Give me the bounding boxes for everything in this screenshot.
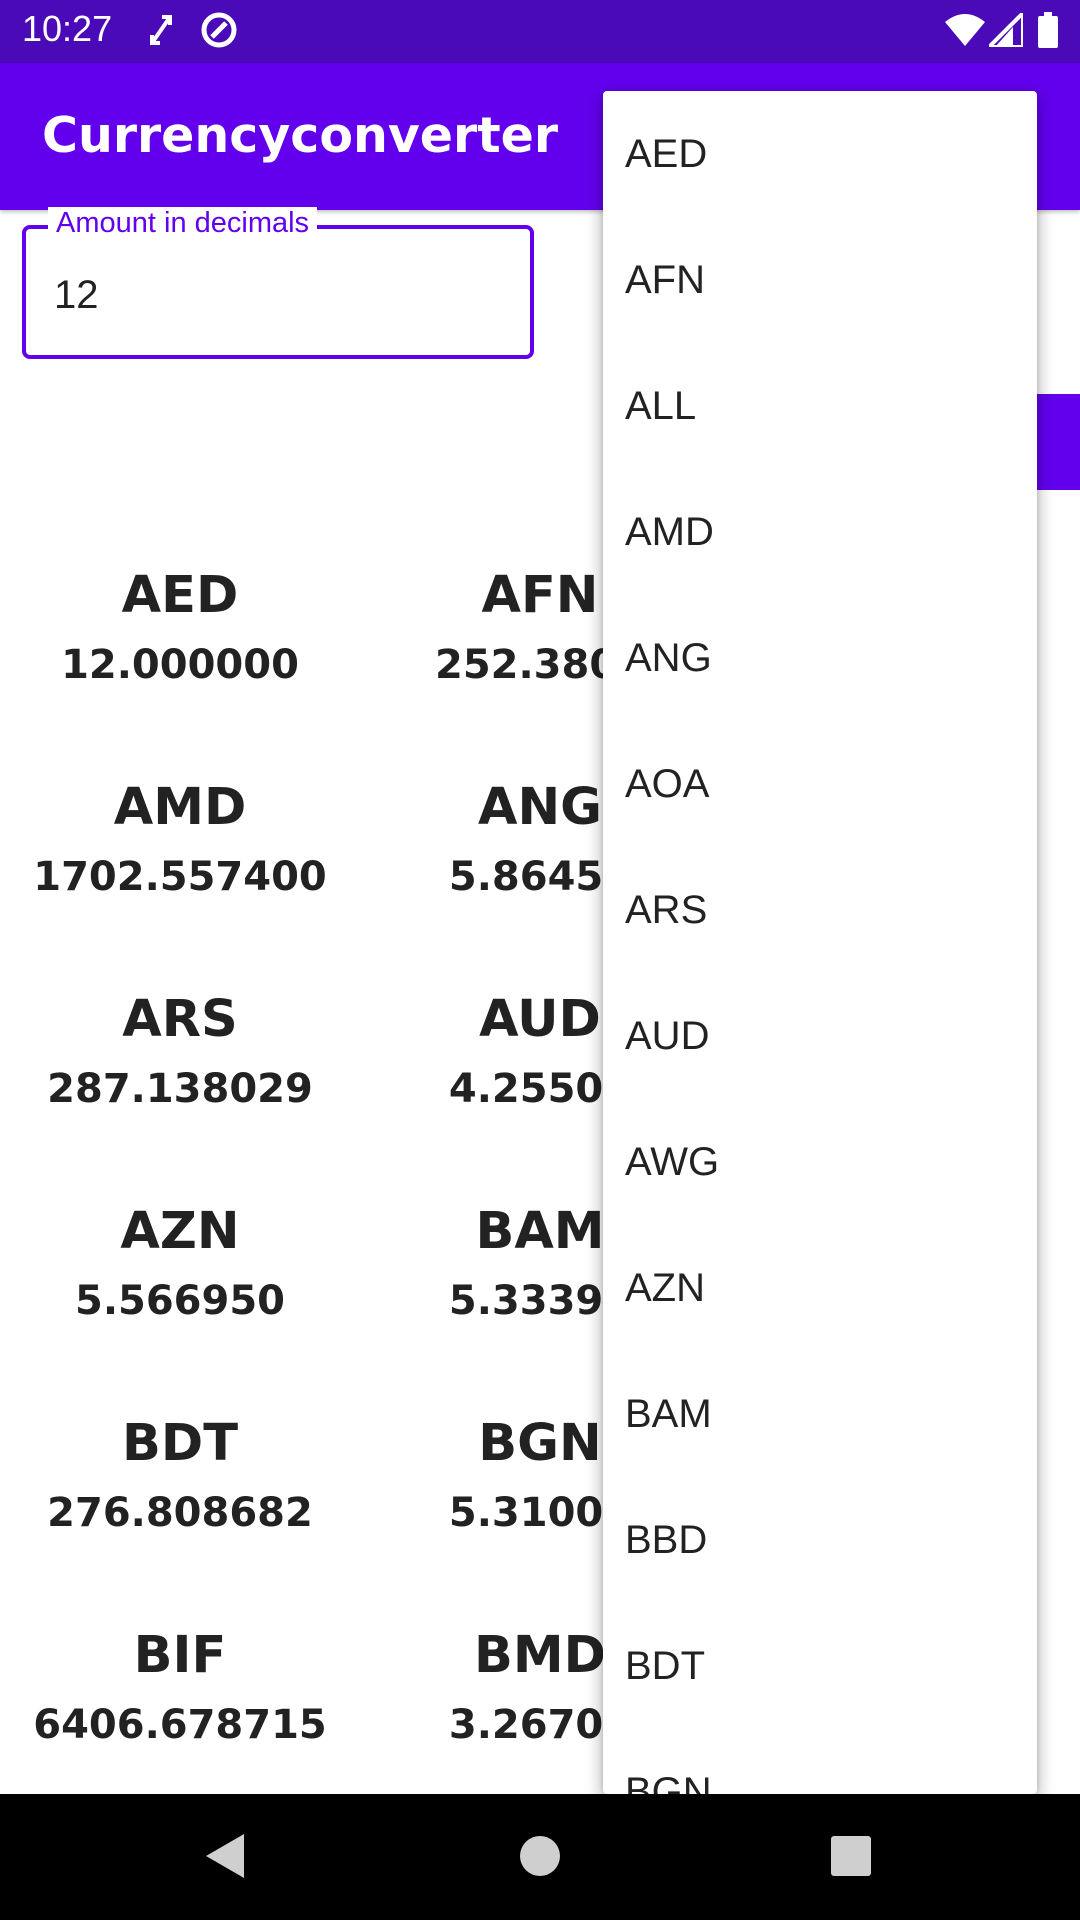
- result-code: ARS: [122, 990, 238, 1049]
- home-icon[interactable]: [515, 1831, 565, 1881]
- dropdown-option[interactable]: ALL: [603, 343, 1037, 469]
- result-amount: 12.000000: [61, 642, 299, 688]
- at-sign-icon: [198, 10, 240, 50]
- battery-icon: [1036, 10, 1060, 50]
- app-title: Currencyconverter: [42, 107, 559, 164]
- currency-dropdown[interactable]: AED AFN ALL AMD ANG AOA ARS AUD AWG AZN …: [603, 91, 1037, 1794]
- nav-bar: [0, 1794, 1080, 1920]
- dropdown-option[interactable]: BBD: [603, 1477, 1037, 1603]
- dropdown-option[interactable]: BAM: [603, 1351, 1037, 1477]
- dropdown-option[interactable]: AZN: [603, 1225, 1037, 1351]
- dropdown-option[interactable]: AOA: [603, 721, 1037, 847]
- status-time: 10:27: [22, 8, 113, 49]
- signal-icon: [988, 10, 1024, 50]
- result-amount: 5.566950: [74, 1278, 286, 1324]
- result-item: AZN 5.566950: [0, 1192, 360, 1324]
- amount-field-label: Amount in decimals: [48, 207, 318, 240]
- result-amount: 6406.678715: [33, 1702, 327, 1748]
- result-item: ARS 287.138029: [0, 980, 360, 1112]
- wifi-icon: [944, 10, 986, 50]
- dropdown-option[interactable]: ARS: [603, 847, 1037, 973]
- data-transfer-icon: [146, 10, 176, 50]
- result-amount: 276.808682: [47, 1490, 313, 1536]
- back-icon[interactable]: [200, 1831, 250, 1881]
- result-code: AZN: [120, 1202, 240, 1261]
- result-item: AED 12.000000: [0, 556, 360, 688]
- status-bar: 10:27: [0, 0, 1080, 63]
- result-item: BDT 276.808682: [0, 1404, 360, 1536]
- dropdown-option[interactable]: AMD: [603, 469, 1037, 595]
- result-code: BIF: [133, 1626, 227, 1685]
- dropdown-option[interactable]: ANG: [603, 595, 1037, 721]
- result-amount: 287.138029: [47, 1066, 313, 1112]
- result-code: BDT: [122, 1414, 238, 1473]
- dropdown-option[interactable]: AUD: [603, 973, 1037, 1099]
- result-code: AMD: [113, 778, 247, 837]
- result-item: BIF 6406.678715: [0, 1616, 360, 1748]
- dropdown-option[interactable]: BGN: [603, 1729, 1037, 1794]
- dropdown-option[interactable]: BDT: [603, 1603, 1037, 1729]
- recents-icon[interactable]: [826, 1831, 876, 1881]
- result-item: AMD 1702.557400: [0, 768, 360, 900]
- result-code: AED: [121, 566, 239, 625]
- dropdown-option[interactable]: AFN: [603, 217, 1037, 343]
- result-amount: 1702.557400: [33, 854, 327, 900]
- amount-input[interactable]: 12: [54, 273, 99, 318]
- amount-field[interactable]: Amount in decimals 12: [22, 207, 534, 359]
- dropdown-option[interactable]: AED: [603, 91, 1037, 217]
- dropdown-option[interactable]: AWG: [603, 1099, 1037, 1225]
